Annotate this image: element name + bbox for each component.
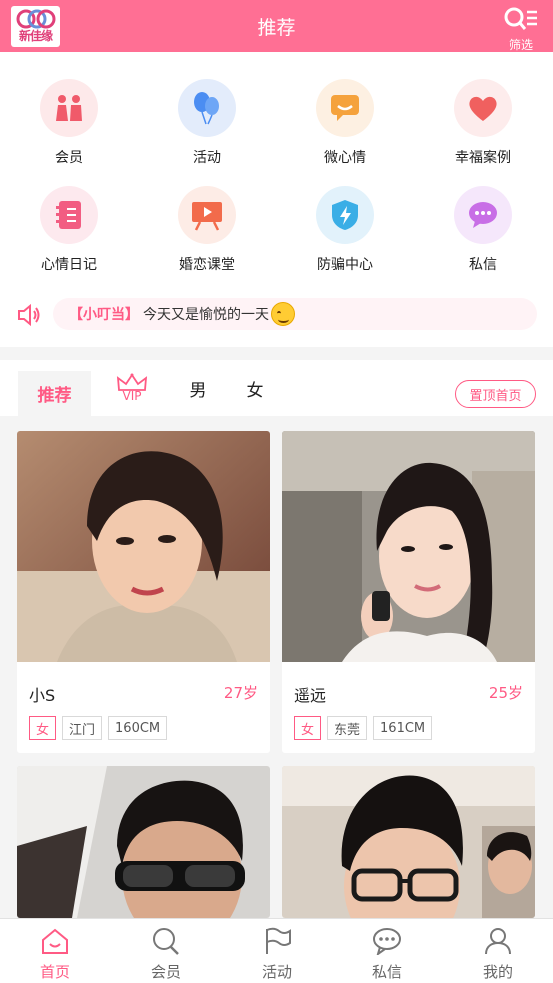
nav-profile[interactable]: 我的 (443, 919, 553, 983)
tab-vip[interactable]: VIP (112, 360, 152, 416)
notice-tag: 【小叮当】 (69, 307, 139, 323)
nav-events[interactable]: 活动 (222, 919, 332, 983)
heart-icon (454, 79, 512, 137)
pin-to-home-button[interactable]: 置顶首页 (455, 380, 536, 408)
video-board-icon (178, 186, 236, 244)
profile-name: 遥远 (294, 686, 327, 705)
quick-item-diary[interactable]: 心情日记 (4, 186, 134, 274)
profile-photo (282, 431, 535, 662)
filter-search-icon (504, 7, 537, 30)
quick-item-label: 幸福案例 (455, 150, 511, 166)
profile-age: 27岁 (223, 684, 258, 702)
quick-item-label: 防骗中心 (317, 257, 373, 273)
nav-label: 私信 (371, 963, 402, 981)
quick-item-label: 私信 (469, 257, 497, 273)
quick-item-messages[interactable]: 私信 (418, 186, 548, 274)
quick-item-anti-fraud[interactable]: 防骗中心 (280, 186, 410, 274)
home-icon (42, 928, 68, 954)
gender-tag: 女 (29, 716, 57, 740)
filter-tabs: 推荐 VIP 男 女 置顶首页 (0, 360, 553, 416)
vip-label: VIP (122, 389, 142, 403)
quick-item-label: 活动 (193, 150, 221, 166)
nav-label: 我的 (482, 963, 513, 981)
profile-icon (485, 928, 511, 955)
smile-emoji-icon (271, 302, 295, 326)
profile-card[interactable]: 遥远 25岁 女 东莞 161CM (282, 431, 535, 753)
quick-item-members[interactable]: 会员 (4, 79, 134, 167)
filter-label: 筛选 (508, 38, 533, 52)
quick-item-label: 会员 (55, 150, 83, 166)
quick-menu: 会员 活动 微心情 幸福案例 心情日记 婚恋课堂 防骗中心 私信 【小叮当】 今… (0, 52, 553, 347)
balloon-icon (178, 79, 236, 137)
filter-button[interactable]: 筛选 (503, 6, 539, 53)
profile-tags: 女 江门 160CM (29, 716, 168, 740)
message-icon (454, 186, 512, 244)
profile-info: 遥远 25岁 女 东莞 161CM (282, 662, 535, 753)
quick-item-label: 婚恋课堂 (179, 257, 235, 273)
nav-messages[interactable]: 私信 (332, 919, 442, 983)
gender-tag: 女 (294, 716, 322, 740)
profile-photo (17, 766, 270, 918)
flag-icon (266, 927, 291, 954)
search-icon (153, 928, 179, 955)
city-tag: 江门 (62, 716, 103, 740)
tab-male[interactable]: 男 (178, 360, 218, 416)
nav-label: 会员 (150, 963, 181, 981)
notebook-icon (40, 186, 98, 244)
nav-members[interactable]: 会员 (111, 919, 221, 983)
quick-item-mood[interactable]: 微心情 (280, 79, 410, 167)
page-title: 推荐 (257, 17, 296, 39)
notice-text: 今天又是愉悦的一天 (143, 307, 269, 323)
nav-label: 活动 (261, 963, 292, 981)
shield-icon (316, 186, 374, 244)
quick-item-label: 心情日记 (41, 257, 97, 273)
city-tag: 东莞 (327, 716, 368, 740)
profile-name: 小S (29, 686, 56, 705)
tab-female[interactable]: 女 (235, 360, 275, 416)
profile-photo (17, 431, 270, 662)
profile-info: 小S 27岁 女 江门 160CM (17, 662, 270, 753)
quick-item-cases[interactable]: 幸福案例 (418, 79, 548, 167)
chat-icon (373, 928, 401, 957)
couple-icon (40, 79, 98, 137)
quick-item-label: 微心情 (324, 150, 366, 166)
quick-item-events[interactable]: 活动 (142, 79, 272, 167)
notice-bar[interactable]: 【小叮当】 今天又是愉悦的一天 (0, 296, 553, 334)
bottom-navigation: 首页 会员 活动 私信 我的 (0, 918, 553, 983)
nav-home[interactable]: 首页 (0, 919, 110, 983)
height-tag: 161CM (373, 716, 433, 740)
app-header: 新佳缘 推荐 筛选 (0, 0, 553, 52)
profile-age: 25岁 (488, 684, 523, 702)
quick-item-classroom[interactable]: 婚恋课堂 (142, 186, 272, 274)
speaker-icon (16, 302, 42, 332)
profile-tags: 女 东莞 161CM (294, 716, 433, 740)
profile-card[interactable] (17, 766, 270, 918)
profile-photo (282, 766, 535, 918)
mood-chat-icon (316, 79, 374, 137)
tab-recommend[interactable]: 推荐 (18, 371, 91, 416)
height-tag: 160CM (108, 716, 168, 740)
notice-pill: 【小叮当】 今天又是愉悦的一天 (53, 298, 537, 330)
nav-label: 首页 (39, 963, 70, 981)
profile-card[interactable] (282, 766, 535, 918)
profile-card[interactable]: 小S 27岁 女 江门 160CM (17, 431, 270, 753)
